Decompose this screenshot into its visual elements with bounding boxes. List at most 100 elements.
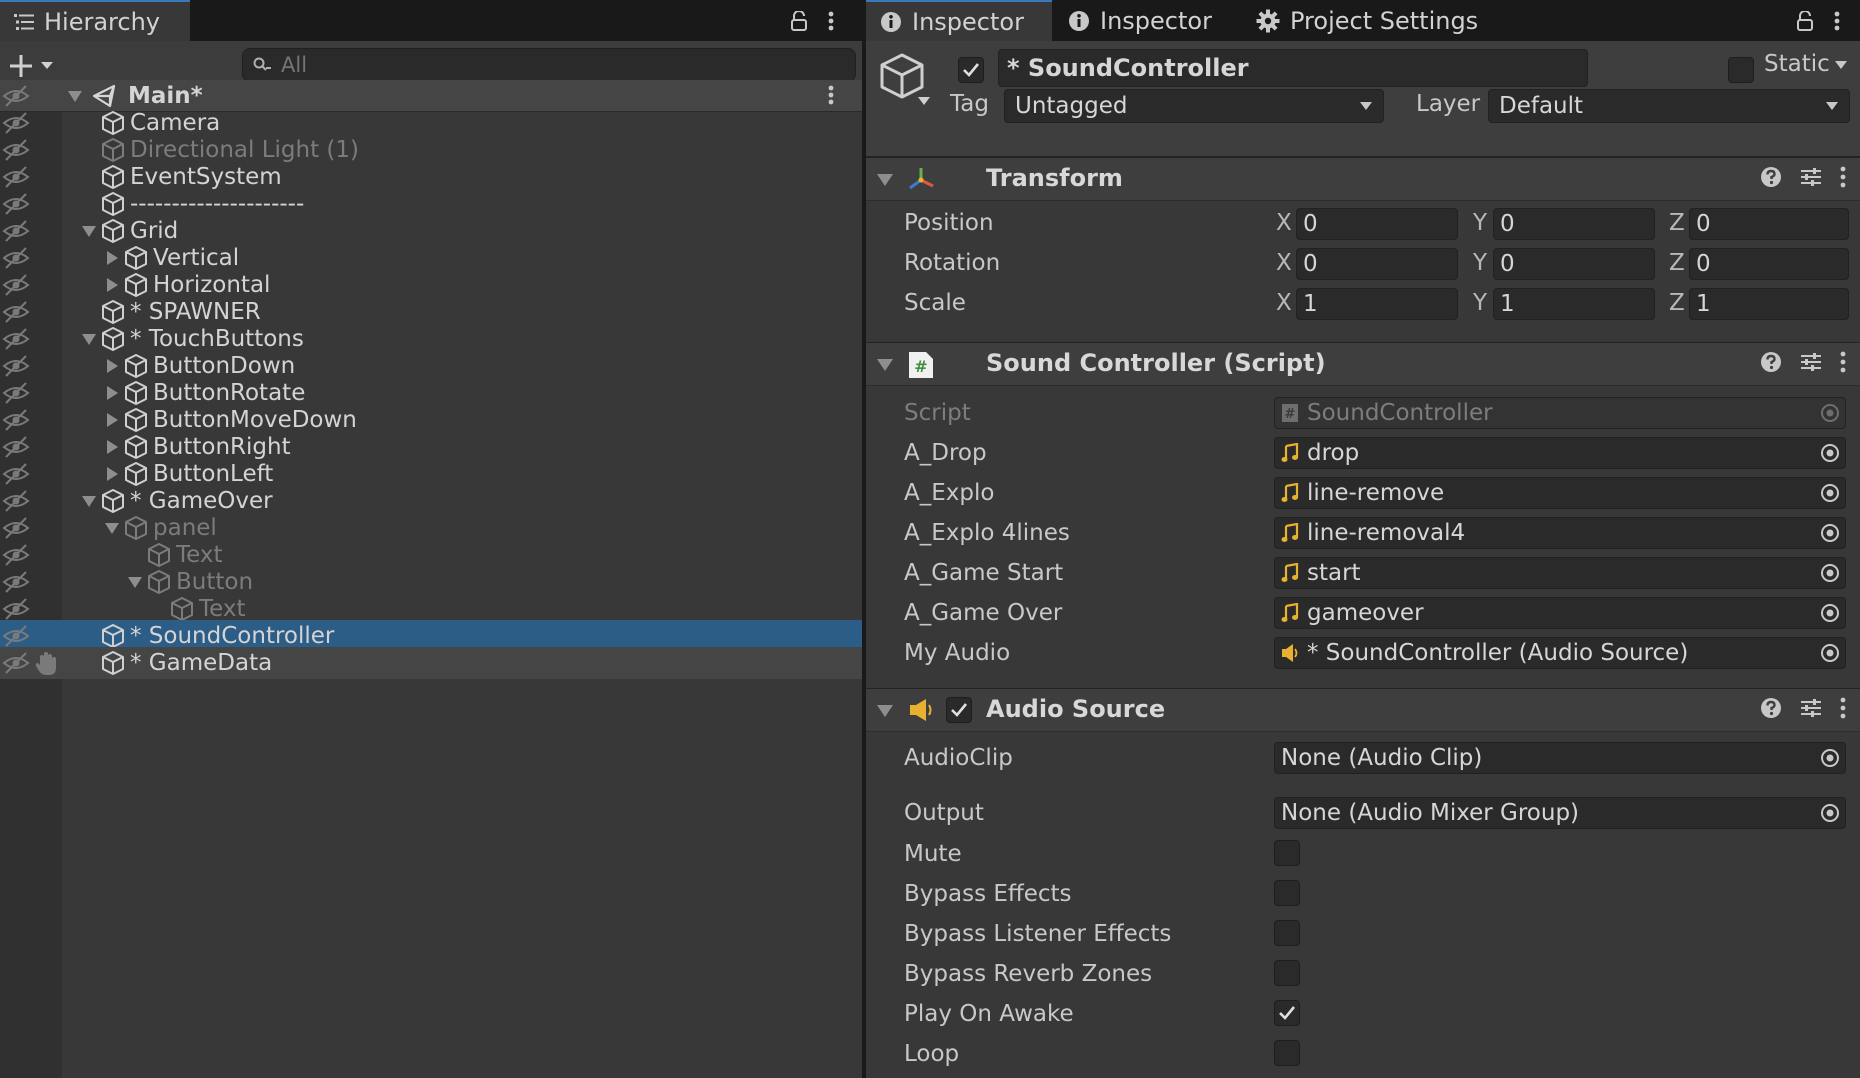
audio-toggle-checkbox[interactable] [1274,1000,1300,1026]
object-picker-icon[interactable] [1820,483,1840,503]
visibility-icon[interactable] [2,597,30,621]
visibility-icon[interactable] [2,219,30,243]
object-picker-icon[interactable] [1820,523,1840,543]
transform-scale-y-field[interactable]: 1 [1493,288,1655,320]
kebab-menu-icon[interactable] [1834,11,1840,31]
object-active-checkbox[interactable] [958,57,984,83]
collapse-arrow-icon[interactable] [103,438,121,456]
visibility-icon[interactable] [2,435,30,459]
transform-position-y-field[interactable]: 0 [1493,208,1655,240]
help-icon[interactable] [1760,166,1782,188]
object-picker-icon[interactable] [1820,603,1840,623]
tab-inspector-2[interactable]: Inspector [1054,0,1240,41]
axis-label[interactable]: Y [1473,210,1487,236]
hierarchy-search[interactable] [242,48,856,82]
visibility-icon[interactable] [2,354,30,378]
gameobject-icon[interactable] [878,51,934,107]
create-button[interactable] [8,49,64,83]
expand-arrow-icon[interactable] [80,222,98,240]
axis-label[interactable]: X [1276,250,1292,276]
visibility-icon[interactable] [2,651,30,675]
visibility-icon[interactable] [2,462,30,486]
axis-label[interactable]: Z [1669,250,1685,276]
visibility-icon[interactable] [2,111,30,135]
axis-label[interactable]: X [1276,290,1292,316]
object-picker-icon[interactable] [1820,803,1840,823]
transform-rotation-z-field[interactable]: 0 [1689,248,1849,280]
transform-header[interactable]: Transform [866,157,1860,201]
visibility-icon[interactable] [2,408,30,432]
collapse-arrow-icon[interactable] [103,357,121,375]
audio-clip-field[interactable]: None (Audio Clip) [1274,742,1846,774]
presets-icon[interactable] [1800,166,1822,188]
script-object-field[interactable]: line-remove [1274,477,1846,509]
visibility-icon[interactable] [2,138,30,162]
script-object-field[interactable]: * SoundController (Audio Source) [1274,637,1846,669]
lock-icon[interactable] [790,10,808,31]
help-icon[interactable] [1760,697,1782,719]
transform-scale-x-field[interactable]: 1 [1296,288,1458,320]
axis-label[interactable]: X [1276,210,1292,236]
transform-position-z-field[interactable]: 0 [1689,208,1849,240]
tab-inspector-1[interactable]: Inspector [866,0,1052,41]
object-picker-icon[interactable] [1820,643,1840,663]
object-picker-icon[interactable] [1820,563,1840,583]
tab-hierarchy[interactable]: Hierarchy [0,0,190,41]
presets-icon[interactable] [1800,697,1822,719]
transform-position-x-field[interactable]: 0 [1296,208,1458,240]
visibility-icon[interactable] [2,624,30,648]
foldout-arrow-icon[interactable] [876,357,894,373]
foldout-arrow-icon[interactable] [876,703,894,719]
kebab-menu-icon[interactable] [1840,351,1846,373]
visibility-icon[interactable] [2,246,30,270]
script-object-field[interactable]: start [1274,557,1846,589]
visibility-icon[interactable] [2,192,30,216]
axis-label[interactable]: Z [1669,290,1685,316]
expand-arrow-icon[interactable] [80,330,98,348]
object-picker-icon[interactable] [1820,748,1840,768]
expand-arrow-icon[interactable] [126,573,144,591]
pickable-hand-icon[interactable] [34,651,60,677]
layer-dropdown[interactable]: Default [1488,89,1850,123]
axis-label[interactable]: Z [1669,210,1685,236]
axis-label[interactable]: Y [1473,290,1487,316]
visibility-icon[interactable] [2,327,30,351]
audio-source-enabled-checkbox[interactable] [946,697,972,723]
collapse-arrow-icon[interactable] [103,411,121,429]
help-icon[interactable] [1760,351,1782,373]
collapse-arrow-icon[interactable] [103,276,121,294]
expand-arrow-icon[interactable] [66,87,84,105]
visibility-icon[interactable] [2,489,30,513]
kebab-menu-icon[interactable] [1840,166,1846,188]
object-name-field[interactable]: * SoundController [998,49,1588,87]
visibility-icon[interactable] [2,381,30,405]
expand-arrow-icon[interactable] [80,492,98,510]
kebab-menu-icon[interactable] [828,11,834,31]
script-object-field[interactable]: gameover [1274,597,1846,629]
audio-toggle-checkbox[interactable] [1274,880,1300,906]
script-object-field[interactable]: line-removal4 [1274,517,1846,549]
transform-rotation-x-field[interactable]: 0 [1296,248,1458,280]
visibility-icon[interactable] [2,300,30,324]
presets-icon[interactable] [1800,351,1822,373]
object-picker-icon[interactable] [1820,443,1840,463]
script-component-header[interactable]: # Sound Controller (Script) [866,342,1860,386]
axis-label[interactable]: Y [1473,250,1487,276]
visibility-icon[interactable] [2,570,30,594]
transform-rotation-y-field[interactable]: 0 [1493,248,1655,280]
scene-kebab-icon[interactable] [828,85,834,105]
audio-toggle-checkbox[interactable] [1274,960,1300,986]
transform-scale-z-field[interactable]: 1 [1689,288,1849,320]
visibility-icon[interactable] [2,84,30,108]
collapse-arrow-icon[interactable] [103,384,121,402]
audio-toggle-checkbox[interactable] [1274,840,1300,866]
visibility-icon[interactable] [2,165,30,189]
hierarchy-item[interactable]: * GameData [0,647,862,679]
audio-source-header[interactable]: Audio Source [866,688,1860,732]
audio-toggle-checkbox[interactable] [1274,920,1300,946]
foldout-arrow-icon[interactable] [876,172,894,188]
visibility-icon[interactable] [2,273,30,297]
collapse-arrow-icon[interactable] [103,465,121,483]
visibility-icon[interactable] [2,543,30,567]
static-dropdown-icon[interactable] [1834,60,1848,70]
